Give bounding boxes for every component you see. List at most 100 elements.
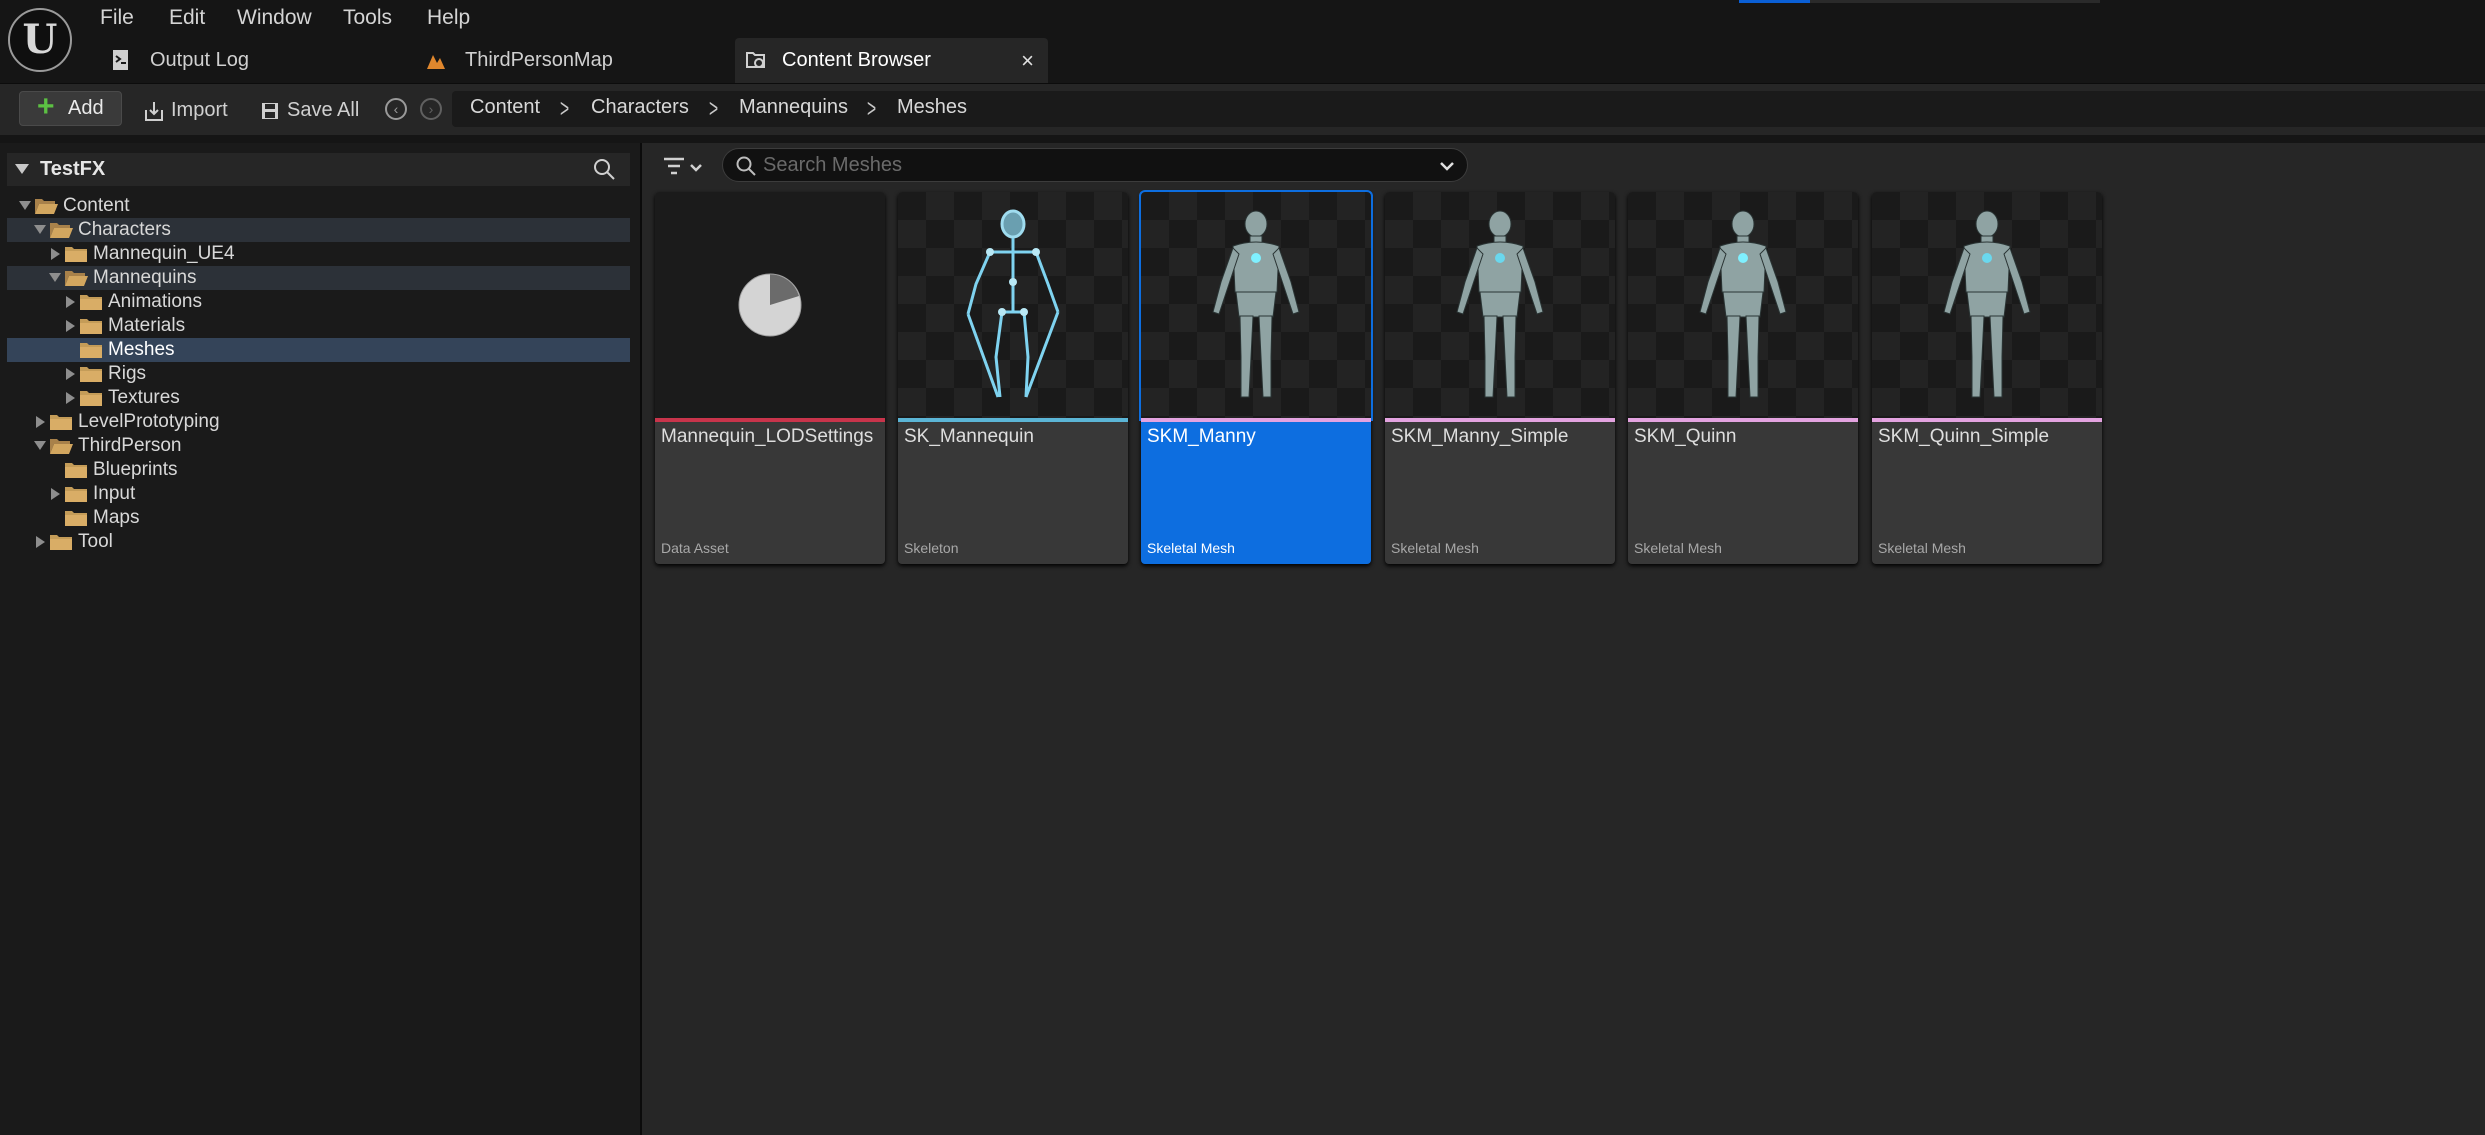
breadcrumb-separator-icon[interactable]: > [709, 93, 718, 124]
breadcrumb-item[interactable]: Content [470, 96, 540, 119]
tree-item-label: Textures [108, 387, 180, 408]
tab-label: Content Browser [782, 49, 931, 71]
asset-type-stripe [1141, 418, 1371, 422]
tree-item-materials[interactable]: Materials [7, 314, 630, 338]
collapsed-arrow-icon[interactable] [36, 536, 45, 548]
tree-item-label: Animations [108, 291, 202, 312]
menu-edit[interactable]: Edit [163, 3, 211, 33]
tree-item-maps[interactable]: Maps [7, 506, 630, 530]
asset-type: Skeleton [904, 540, 959, 556]
chevron-down-icon[interactable] [1439, 158, 1455, 174]
tree-item-label: Blueprints [93, 459, 178, 480]
folder-icon [80, 295, 102, 310]
asset-tile-sk-mannequin[interactable]: SK_Mannequin Skeleton [898, 192, 1128, 564]
add-label: Add [68, 97, 104, 119]
breadcrumb-item[interactable]: Characters [591, 96, 689, 119]
tree-item-blueprints[interactable]: Blueprints [7, 458, 630, 482]
search-icon[interactable] [592, 157, 616, 181]
tree-item-thirdperson[interactable]: ThirdPerson [7, 434, 630, 458]
tree-item-label: LevelPrototyping [78, 411, 220, 432]
asset-type: Skeletal Mesh [1147, 540, 1235, 556]
tree-item-label: Mannequins [93, 267, 197, 288]
asset-type: Skeletal Mesh [1391, 540, 1479, 556]
expanded-arrow-icon[interactable] [34, 225, 46, 234]
folder-icon [50, 535, 72, 550]
tree-item-mannequins[interactable]: Mannequins [7, 266, 630, 290]
expanded-arrow-icon[interactable] [34, 441, 46, 450]
tab-thirdpersonmap[interactable]: ThirdPersonMap [425, 38, 715, 83]
collapsed-arrow-icon[interactable] [66, 368, 75, 380]
skeleton-preview [966, 209, 1060, 398]
filter-icon[interactable] [660, 153, 708, 183]
tree-item-characters[interactable]: Characters [7, 218, 630, 242]
unreal-logo-icon[interactable]: U [8, 8, 72, 72]
tree-item-content[interactable]: Content [7, 194, 630, 218]
title-bar-strip [1810, 0, 2100, 3]
asset-tile-mannequin-lodsettings[interactable]: Mannequin_LODSettings Data Asset [655, 192, 885, 564]
import-button[interactable]: Import [143, 97, 228, 123]
tree-item-label: Rigs [108, 363, 147, 384]
tab-label: Output Log [150, 49, 249, 71]
tree-root-header[interactable]: TestFX [7, 153, 630, 186]
menu-window[interactable]: Window [231, 3, 318, 33]
asset-tile-skm-quinn-simple[interactable]: SKM_Quinn_Simple Skeletal Mesh [1872, 192, 2102, 564]
asset-search-box[interactable] [722, 148, 1468, 182]
asset-tile-skm-quinn[interactable]: SKM_Quinn Skeletal Mesh [1628, 192, 1858, 564]
mannequin-preview [1456, 210, 1544, 398]
menu-tools[interactable]: Tools [337, 3, 398, 33]
tree-item-label: Materials [108, 315, 186, 336]
add-button[interactable]: + Add [19, 90, 122, 126]
folder-icon [65, 511, 87, 526]
tree-item-rigs[interactable]: Rigs [7, 362, 630, 386]
tree-item-textures[interactable]: Textures [7, 386, 630, 410]
expanded-arrow-icon[interactable] [19, 201, 31, 210]
mannequin-preview [1699, 210, 1787, 398]
asset-thumbnail [655, 192, 885, 419]
collapsed-arrow-icon[interactable] [51, 248, 60, 260]
breadcrumb-separator-icon[interactable]: > [560, 93, 569, 124]
menu-help[interactable]: Help [421, 3, 476, 33]
save-all-label: Save All [287, 99, 360, 121]
asset-tile-skm-manny-simple[interactable]: SKM_Manny_Simple Skeletal Mesh [1385, 192, 1615, 564]
save-all-button[interactable]: Save All [259, 97, 359, 123]
tree-item-levelprototyping[interactable]: LevelPrototyping [7, 410, 630, 434]
tree-item-meshes[interactable]: Meshes [7, 338, 630, 362]
menu-file[interactable]: File [94, 3, 140, 33]
asset-tile-skm-manny[interactable]: SKM_Manny Skeletal Mesh [1139, 190, 1373, 564]
collapsed-arrow-icon[interactable] [66, 320, 75, 332]
folder-icon [65, 487, 87, 502]
breadcrumb-item[interactable]: Mannequins [739, 96, 848, 119]
tree-item-label: Input [93, 483, 136, 504]
collapsed-arrow-icon[interactable] [36, 416, 45, 428]
asset-thumbnail [1385, 192, 1615, 419]
search-input[interactable] [763, 151, 1423, 179]
import-icon [145, 101, 163, 121]
asset-name: SK_Mannequin [904, 426, 1034, 447]
history-forward-icon[interactable]: › [420, 98, 442, 120]
breadcrumb-separator-icon[interactable]: > [867, 93, 876, 124]
tree-item-label: Mannequin_UE4 [93, 243, 235, 264]
collapsed-arrow-icon[interactable] [51, 488, 60, 500]
collapse-arrow-icon[interactable] [15, 164, 29, 174]
tree-item-mannequin-ue4[interactable]: Mannequin_UE4 [7, 242, 630, 266]
breadcrumb-item[interactable]: Meshes [897, 96, 967, 119]
collapsed-arrow-icon[interactable] [66, 392, 75, 404]
collapsed-arrow-icon[interactable] [66, 296, 75, 308]
tab-output-log[interactable]: Output Log [110, 38, 360, 83]
expanded-arrow-icon[interactable] [49, 273, 61, 282]
folder-icon [80, 391, 102, 406]
history-back-icon[interactable]: ‹ [385, 98, 407, 120]
asset-type-stripe [1385, 418, 1615, 422]
tab-content-browser[interactable]: Content Browser × [735, 38, 1048, 83]
breadcrumb: Content > Characters > Mannequins > Mesh… [452, 91, 2485, 127]
save-icon [262, 102, 278, 119]
close-icon[interactable]: × [1021, 38, 1034, 83]
asset-type-stripe [898, 418, 1128, 422]
content-browser-icon [746, 52, 765, 68]
tree-item-animations[interactable]: Animations [7, 290, 630, 314]
tab-label: ThirdPersonMap [465, 49, 613, 71]
tree-item-tool[interactable]: Tool [7, 530, 630, 554]
folder-open-icon [35, 199, 58, 214]
tree-item-input[interactable]: Input [7, 482, 630, 506]
tree-item-label: Maps [93, 507, 140, 528]
